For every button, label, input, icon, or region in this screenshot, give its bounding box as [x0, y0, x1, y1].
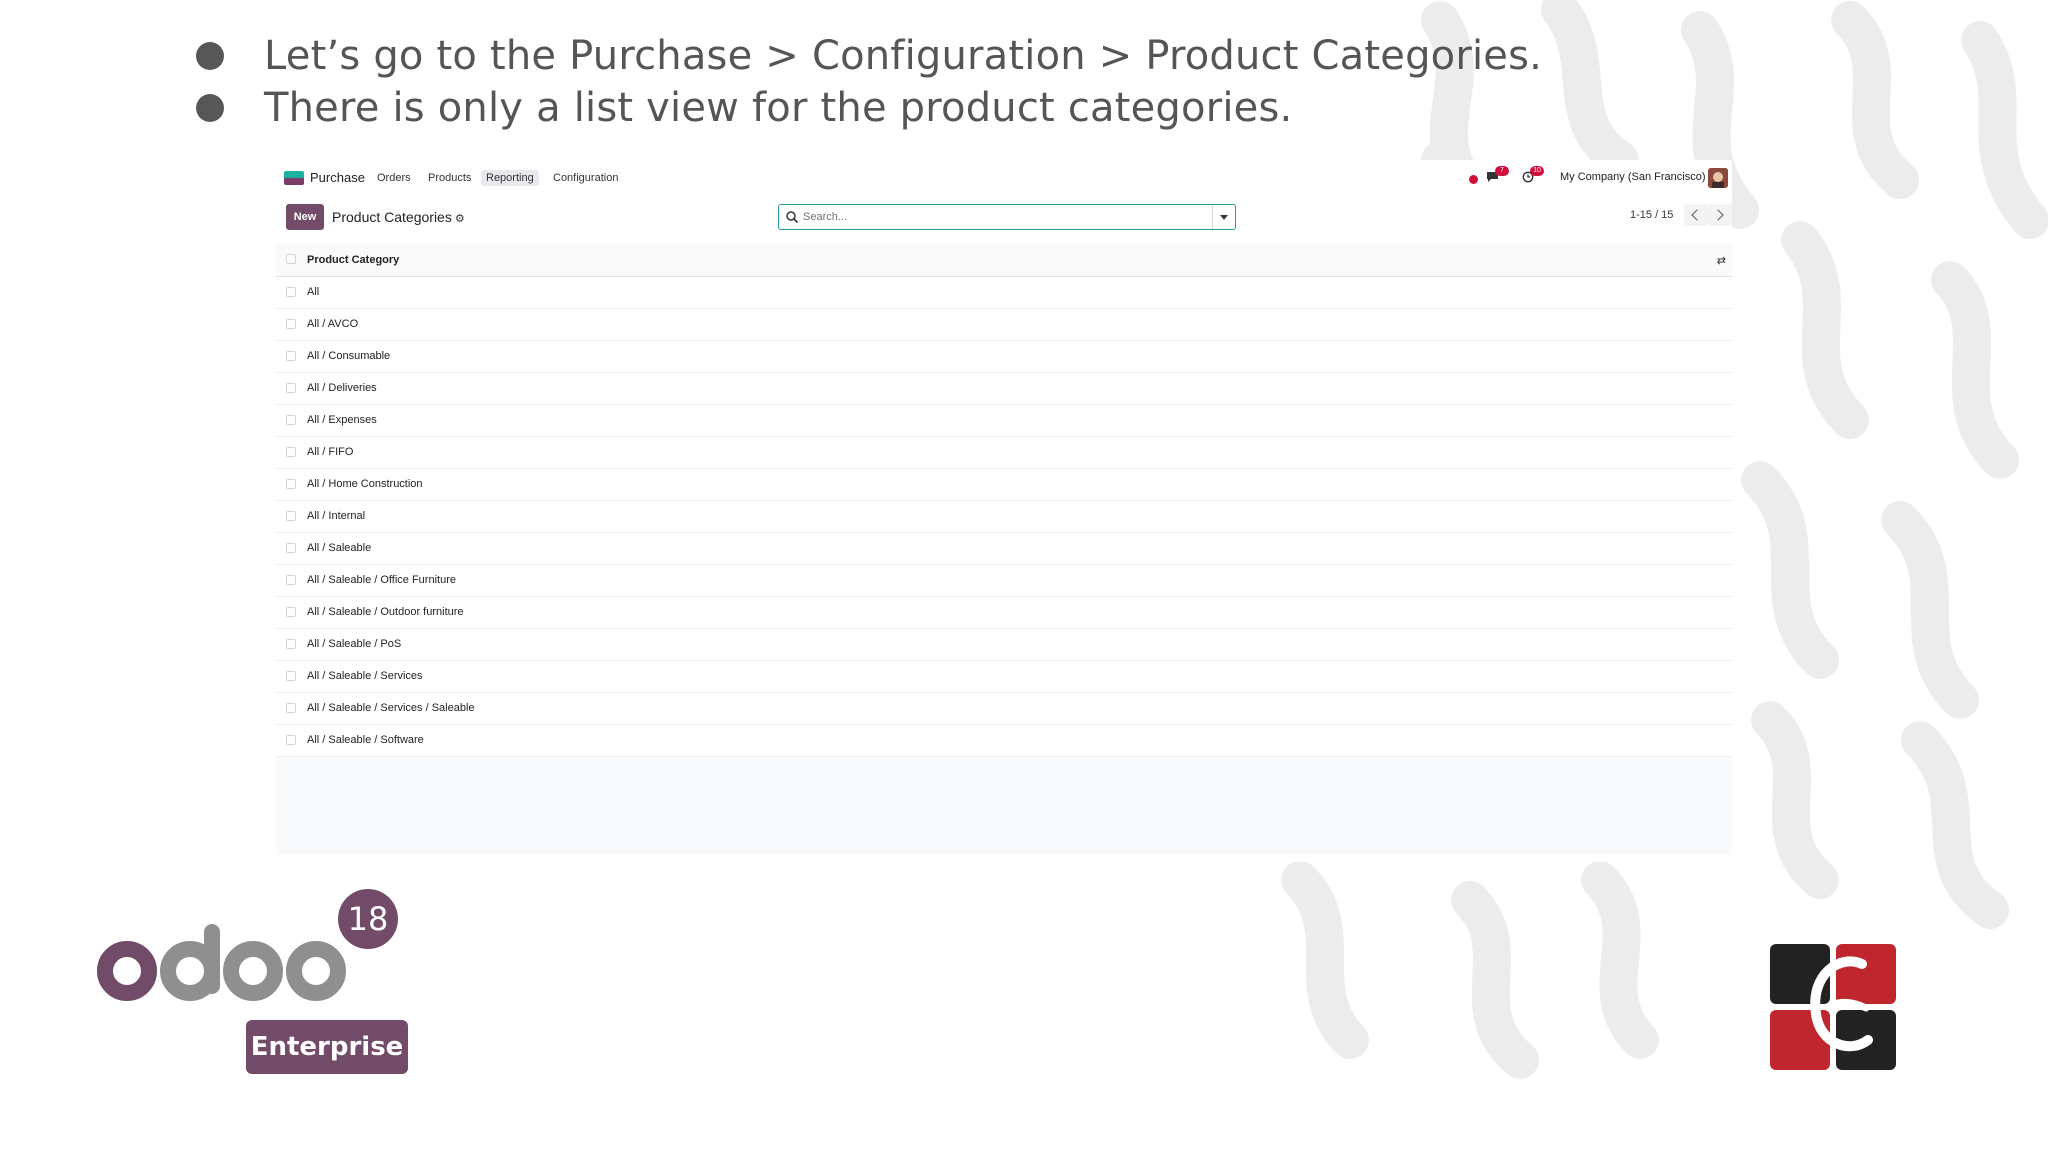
- row-checkbox[interactable]: [286, 575, 296, 585]
- row-checkbox[interactable]: [286, 415, 296, 425]
- search-bar: [778, 204, 1236, 230]
- messages-badge: 7: [1495, 166, 1509, 176]
- row-checkbox[interactable]: [286, 511, 296, 521]
- row-checkbox[interactable]: [286, 703, 296, 713]
- pager-previous-button[interactable]: [1684, 204, 1708, 226]
- row-checkbox[interactable]: [286, 639, 296, 649]
- table-row[interactable]: All / Consumable: [276, 341, 1732, 373]
- product-category-name: All / Deliveries: [307, 382, 377, 394]
- row-checkbox[interactable]: [286, 319, 296, 329]
- product-category-name: All / Home Construction: [307, 478, 423, 490]
- table-row[interactable]: All / AVCO: [276, 309, 1732, 341]
- enterprise-badge: Enterprise: [246, 1020, 408, 1074]
- table-row[interactable]: All / Saleable / Office Furniture: [276, 565, 1732, 597]
- avatar-image-icon: [1708, 168, 1728, 188]
- table-row[interactable]: All / Internal: [276, 501, 1732, 533]
- table-row[interactable]: All / Expenses: [276, 405, 1732, 437]
- slide-bullets: Let’s go to the Purchase > Configuration…: [196, 30, 1542, 134]
- pager-next-button[interactable]: [1708, 204, 1732, 226]
- product-category-name: All / Internal: [307, 510, 366, 522]
- list-header: Product Category ⇄: [276, 244, 1732, 277]
- table-row[interactable]: All / Saleable / Outdoor furniture: [276, 597, 1732, 629]
- select-all-checkbox[interactable]: [286, 254, 296, 264]
- menu-reporting[interactable]: Reporting: [481, 170, 539, 186]
- bullet-text: There is only a list view for the produc…: [264, 85, 1293, 131]
- top-navbar: Purchase Orders Products Reporting Confi…: [276, 160, 1732, 196]
- column-header-product-category[interactable]: Product Category: [307, 254, 399, 266]
- page-title: Product Categories: [332, 209, 452, 225]
- search-icon: [786, 211, 799, 224]
- row-checkbox[interactable]: [286, 479, 296, 489]
- search-options-toggle[interactable]: [1212, 205, 1235, 229]
- pager-value[interactable]: 1-15 / 15: [1630, 209, 1673, 221]
- product-category-name: All / Saleable: [307, 542, 372, 554]
- table-row[interactable]: All / Deliveries: [276, 373, 1732, 405]
- optional-columns-icon[interactable]: ⇄: [1717, 254, 1726, 267]
- app-screenshot: Purchase Orders Products Reporting Confi…: [276, 160, 1732, 862]
- row-checkbox[interactable]: [286, 351, 296, 361]
- row-checkbox[interactable]: [286, 735, 296, 745]
- caret-down-icon: [1220, 215, 1228, 220]
- table-row[interactable]: All / Saleable: [276, 533, 1732, 565]
- product-category-name: All / Saleable / PoS: [307, 638, 402, 650]
- user-avatar[interactable]: [1708, 168, 1728, 188]
- app-name[interactable]: Purchase: [310, 170, 365, 185]
- product-category-name: All: [307, 286, 320, 298]
- menu-products[interactable]: Products: [423, 170, 476, 186]
- product-category-name: All / Consumable: [307, 350, 391, 362]
- product-category-name: All / FIFO: [307, 446, 354, 458]
- list-empty-area: [276, 757, 1732, 855]
- table-row[interactable]: All / Saleable / Services: [276, 661, 1732, 693]
- breadcrumb: Product Categories ⚙: [332, 209, 465, 225]
- bullet-dot-icon: [196, 42, 224, 70]
- odoo-version-badge: 18: [348, 900, 389, 938]
- row-checkbox[interactable]: [286, 383, 296, 393]
- activities-badge: 10: [1530, 166, 1544, 176]
- search-input[interactable]: [803, 208, 1193, 226]
- company-brand-logo: [1770, 944, 1896, 1070]
- product-category-name: All / Saleable / Outdoor furniture: [307, 606, 464, 618]
- row-checkbox[interactable]: [286, 287, 296, 297]
- table-row[interactable]: All / Saleable / PoS: [276, 629, 1732, 661]
- row-checkbox[interactable]: [286, 671, 296, 681]
- company-switcher[interactable]: My Company (San Francisco): [1560, 171, 1706, 183]
- bullet-text: Let’s go to the Purchase > Configuration…: [264, 33, 1543, 79]
- product-category-name: All / AVCO: [307, 318, 359, 330]
- menu-orders[interactable]: Orders: [372, 170, 416, 186]
- product-category-list: Product Category ⇄ All All / AVCO All / Co…: [276, 244, 1732, 855]
- product-category-name: All / Saleable / Software: [307, 734, 424, 746]
- product-category-name: All / Saleable / Services / Saleable: [307, 702, 475, 714]
- table-row[interactable]: All / Saleable / Software: [276, 725, 1732, 757]
- product-category-name: All / Saleable / Office Furniture: [307, 574, 456, 586]
- purchase-app-icon[interactable]: [284, 171, 304, 185]
- product-category-name: All / Saleable / Services: [307, 670, 423, 682]
- table-row[interactable]: All: [276, 277, 1732, 309]
- bullet-dot-icon: [196, 94, 224, 122]
- row-checkbox[interactable]: [286, 447, 296, 457]
- gear-icon[interactable]: ⚙: [455, 212, 465, 225]
- table-row[interactable]: All / Saleable / Services / Saleable: [276, 693, 1732, 725]
- row-checkbox[interactable]: [286, 543, 296, 553]
- row-checkbox[interactable]: [286, 607, 296, 617]
- bullet-item: There is only a list view for the produc…: [196, 82, 1542, 134]
- bullet-item: Let’s go to the Purchase > Configuration…: [196, 30, 1542, 82]
- menu-configuration[interactable]: Configuration: [548, 170, 623, 186]
- product-category-name: All / Expenses: [307, 414, 377, 426]
- control-panel: New Product Categories⚙ 1-15 / 15: [276, 200, 1732, 236]
- table-row[interactable]: All / Home Construction: [276, 469, 1732, 501]
- chevron-right-icon: [1712, 209, 1724, 221]
- table-row[interactable]: All / FIFO: [276, 437, 1732, 469]
- chevron-left-icon: [1691, 209, 1703, 221]
- new-button[interactable]: New: [286, 204, 324, 230]
- recording-indicator-icon: [1469, 175, 1478, 184]
